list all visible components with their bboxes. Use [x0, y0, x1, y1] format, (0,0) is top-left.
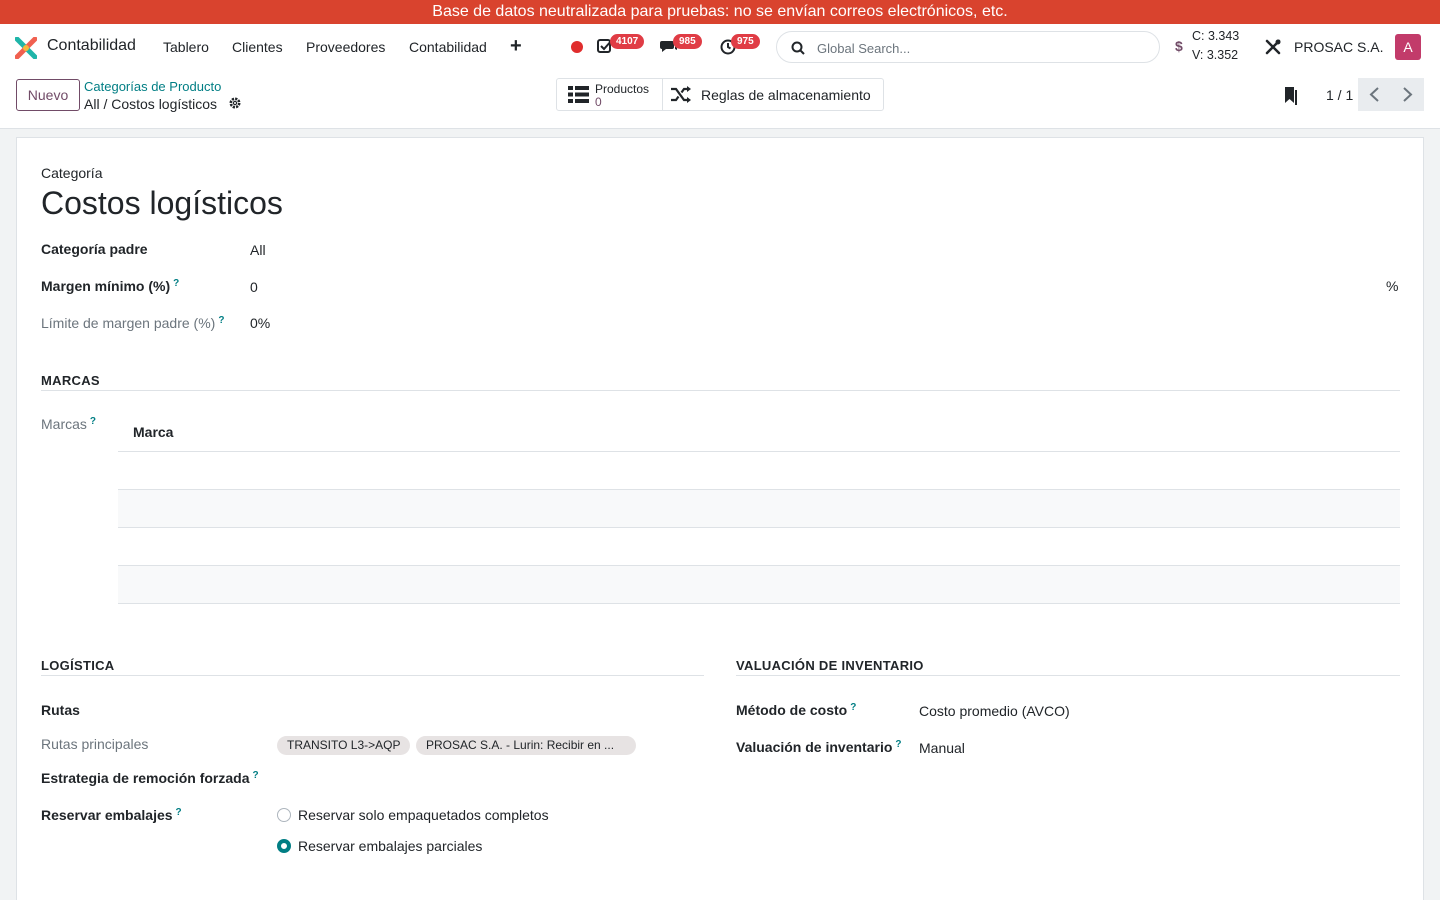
record-status-icon[interactable]	[571, 41, 583, 53]
storage-rules-label: Reglas de almacenamiento	[701, 87, 871, 103]
exchange-rate-sell: V: 3.352	[1192, 48, 1239, 62]
min-margin-unit: %	[1386, 278, 1399, 294]
products-label: Productos	[595, 82, 650, 96]
main-routes-label: Rutas principales	[41, 736, 149, 752]
category-title-label: Categoría	[41, 165, 103, 181]
brands-column-header[interactable]: Marca	[133, 424, 173, 440]
logistics-separator	[41, 675, 704, 676]
parent-margin-value: 0%	[250, 315, 271, 331]
brands-separator	[41, 390, 1400, 391]
currency-dollar-icon[interactable]: $	[1175, 38, 1183, 54]
packaging-partial-radio[interactable]	[277, 839, 291, 853]
user-avatar[interactable]: A	[1395, 34, 1421, 60]
test-database-banner: Base de datos neutralizada para pruebas:…	[0, 0, 1440, 24]
table-row[interactable]	[118, 527, 1400, 528]
help-tooltip-icon: ?	[173, 278, 180, 289]
table-row[interactable]	[118, 490, 1400, 527]
routes-label: Rutas	[41, 702, 80, 718]
packaging-full-option[interactable]: Reservar solo empaquetados completos	[298, 807, 549, 823]
menu-item-proveedores[interactable]: Proveedores	[306, 39, 385, 55]
route-tag[interactable]: PROSAC S.A. - Lurin: Recibir en ...	[416, 736, 636, 755]
control-panel: Nuevo Categorías de Producto All / Costo…	[0, 70, 1440, 129]
storage-rules-smart-button[interactable]: Reglas de almacenamiento	[663, 79, 883, 110]
search-icon	[791, 41, 805, 55]
inventory-valuation-label: Valuación de inventario?	[736, 739, 902, 755]
help-tooltip-icon: ?	[175, 807, 182, 818]
help-tooltip-icon: ?	[850, 702, 857, 713]
table-row[interactable]	[118, 566, 1400, 603]
form-sheet: Categoría Costos logísticos Categoría pa…	[16, 137, 1424, 900]
brands-section-title: MARCAS	[41, 373, 100, 388]
parent-margin-label: Límite de margen padre (%)?	[41, 315, 225, 331]
exchange-rate-buy: C: 3.343	[1192, 29, 1240, 43]
new-record-button[interactable]: Nuevo	[16, 79, 80, 111]
help-tooltip-icon: ?	[895, 739, 902, 750]
breadcrumb-current: All / Costos logísticos	[84, 96, 218, 112]
global-search-input[interactable]	[817, 38, 1147, 58]
packaging-partial-option[interactable]: Reservar embalajes parciales	[298, 838, 482, 854]
reserve-packaging-label: Reservar embalajes?	[41, 807, 182, 823]
route-tag[interactable]: TRANSITO L3->AQP	[277, 736, 411, 755]
cost-method-label: Método de costo?	[736, 702, 857, 718]
pager-previous-button[interactable]	[1358, 78, 1391, 111]
bookmark-icon[interactable]	[1284, 86, 1298, 106]
activities-count-badge: 4107	[610, 34, 645, 49]
smart-buttons: Productos 0 Reglas de almacenamiento	[556, 78, 884, 111]
products-count: 0	[595, 95, 602, 109]
table-row[interactable]	[118, 451, 1400, 452]
products-smart-button[interactable]: Productos 0	[557, 79, 663, 110]
list-icon	[568, 86, 589, 103]
pager-counter[interactable]: 1 / 1	[1326, 87, 1353, 103]
chevron-right-icon	[1403, 87, 1413, 102]
timers-count-badge: 975	[731, 34, 760, 49]
removal-strategy-label: Estrategia de remoción forzada?	[41, 770, 259, 786]
top-navbar: Contabilidad Tablero Clientes Proveedore…	[0, 24, 1440, 70]
messages-count-badge: 985	[673, 34, 702, 49]
company-switcher[interactable]: PROSAC S.A.	[1294, 39, 1383, 55]
help-tooltip-icon: ?	[218, 315, 225, 326]
menu-item-clientes[interactable]: Clientes	[232, 39, 283, 55]
parent-category-label: Categoría padre	[41, 241, 148, 257]
help-tooltip-icon: ?	[89, 416, 97, 427]
min-margin-field[interactable]: 0	[250, 279, 258, 295]
chevron-left-icon	[1369, 87, 1379, 102]
menu-item-tablero[interactable]: Tablero	[163, 39, 209, 55]
gear-icon[interactable]	[228, 96, 242, 110]
app-name[interactable]: Contabilidad	[47, 37, 136, 55]
inventory-valuation-field[interactable]: Manual	[919, 740, 965, 756]
breadcrumb-parent-link[interactable]: Categorías de Producto	[84, 79, 221, 94]
valuation-section-title: VALUACIÓN DE INVENTARIO	[736, 658, 924, 673]
min-margin-label: Margen mínimo (%)?	[41, 278, 180, 294]
help-tooltip-icon: ?	[252, 770, 259, 781]
packaging-full-radio[interactable]	[277, 808, 291, 822]
valuation-separator	[736, 675, 1400, 676]
quick-create-plus-icon[interactable]: +	[510, 35, 522, 58]
debug-tools-icon[interactable]	[1264, 38, 1282, 56]
parent-category-field[interactable]: All	[250, 242, 266, 258]
shuffle-icon	[671, 86, 691, 103]
pager-next-button[interactable]	[1391, 78, 1424, 111]
menu-item-contabilidad[interactable]: Contabilidad	[409, 39, 487, 55]
global-search-box[interactable]	[776, 31, 1160, 63]
category-name-field[interactable]: Costos logísticos	[41, 185, 283, 222]
brands-label: Marcas?	[41, 416, 97, 432]
logistics-section-title: LOGÍSTICA	[41, 658, 115, 673]
cost-method-field[interactable]: Costo promedio (AVCO)	[919, 703, 1070, 719]
accounting-app-logo-icon[interactable]	[15, 37, 37, 59]
table-row[interactable]	[118, 603, 1400, 604]
